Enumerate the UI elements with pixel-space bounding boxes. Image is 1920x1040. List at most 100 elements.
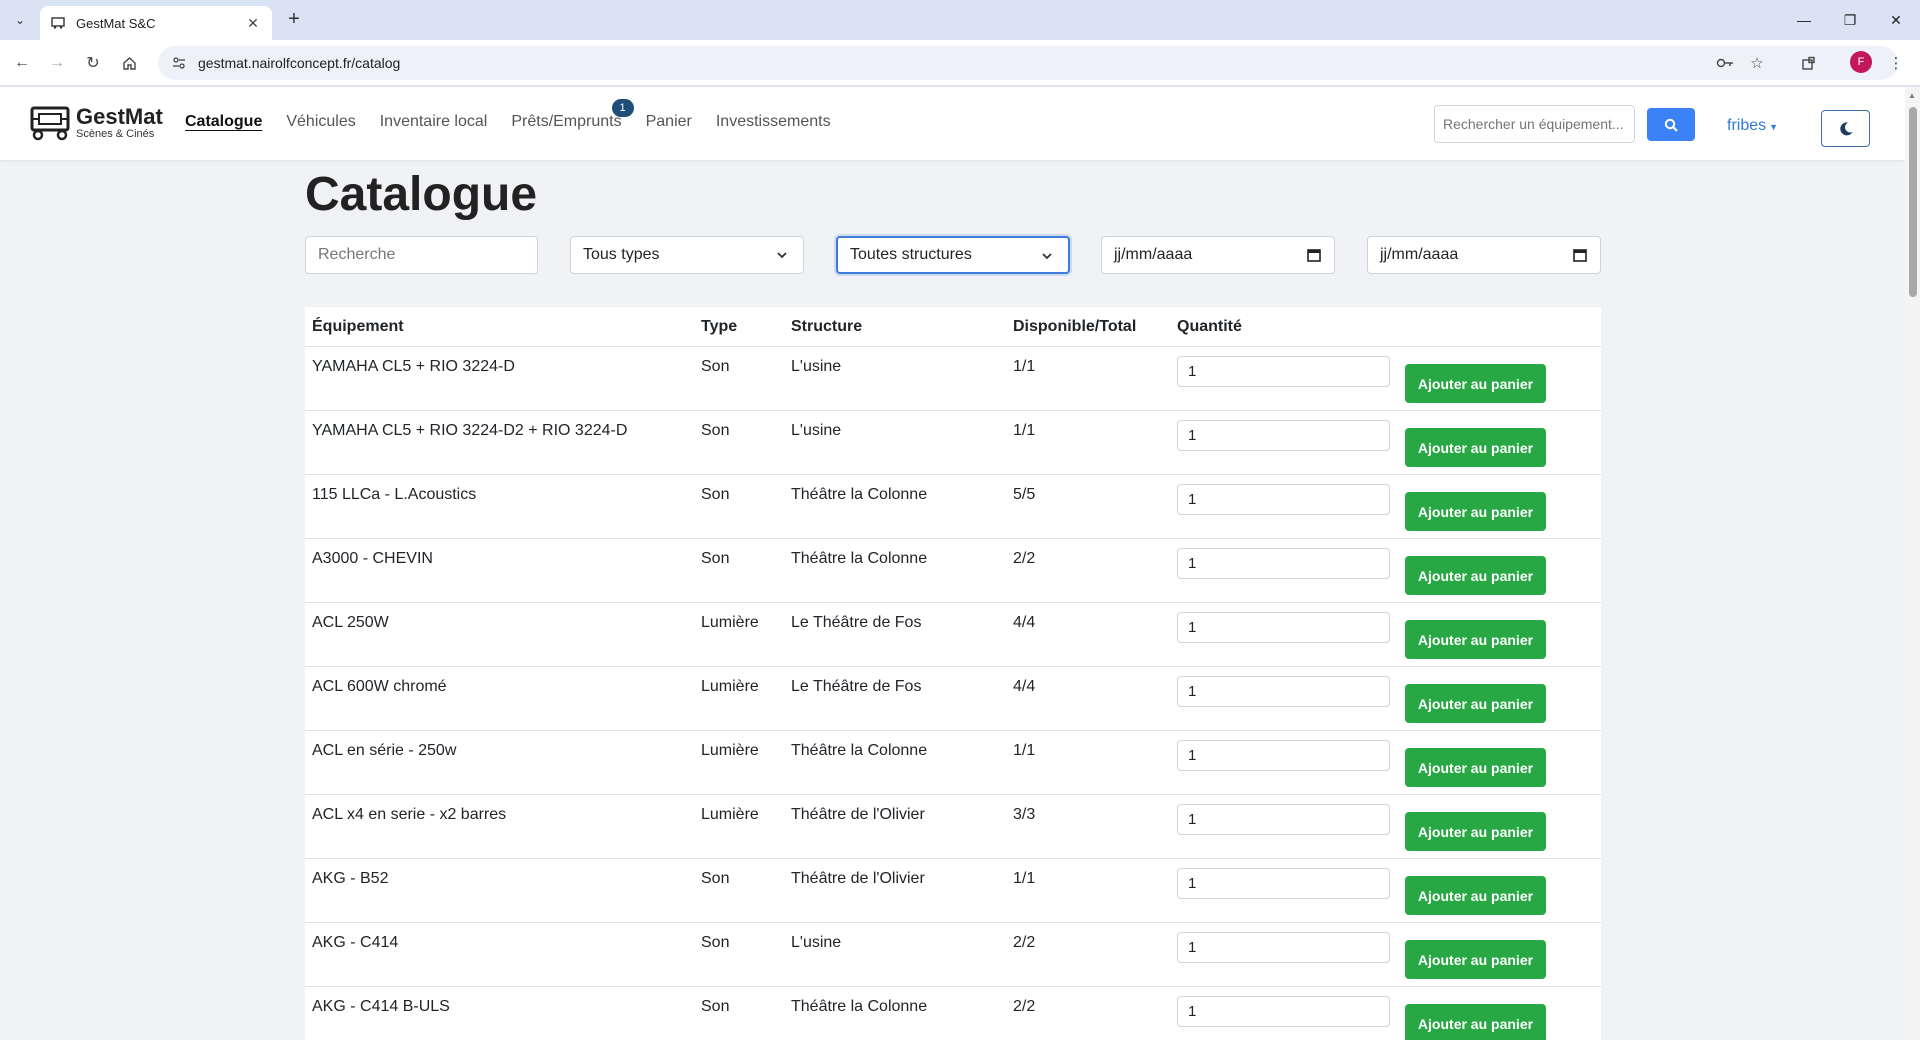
profile-avatar[interactable]: F [1850, 51, 1872, 73]
add-to-cart-button[interactable]: Ajouter au panier [1405, 876, 1546, 915]
end-date-value: jj/mm/aaaa [1380, 246, 1459, 263]
add-to-cart-button[interactable]: Ajouter au panier [1405, 1004, 1546, 1040]
equipment-type: Son [701, 422, 730, 439]
quantity-input[interactable]: 1 [1177, 612, 1390, 643]
home-icon[interactable] [117, 51, 141, 75]
table-row: ACL en série - 250w Lumière Théâtre la Col… [305, 731, 1601, 795]
site-info-icon[interactable] [172, 56, 186, 70]
quantity-input[interactable]: 1 [1177, 420, 1390, 451]
add-to-cart-button[interactable]: Ajouter au panier [1405, 940, 1546, 979]
nav-prets-label: Prêts/Emprunts [511, 113, 622, 130]
nav-investissements[interactable]: Investissements [716, 113, 831, 131]
add-to-cart-button[interactable]: Ajouter au panier [1405, 748, 1546, 787]
quantity-input[interactable]: 1 [1177, 996, 1390, 1027]
quantity-input[interactable]: 1 [1177, 868, 1390, 899]
tab-search-chevron-icon[interactable]: ⌄ [8, 8, 32, 32]
add-to-cart-button[interactable]: Ajouter au panier [1405, 684, 1546, 723]
page-title: Catalogue [305, 168, 538, 221]
nav-panier[interactable]: Panier [646, 113, 692, 131]
table-row: AKG - C414 B-ULS Son Théâtre la Colonne 2/2… [305, 987, 1601, 1040]
equipment-structure: L'usine [791, 422, 842, 439]
close-window-icon[interactable]: ✕ [1873, 0, 1919, 40]
url-text: gestmat.nairolfconcept.fr/catalog [198, 55, 401, 71]
equipment-name: ACL 600W chromé [312, 678, 447, 695]
forward-icon[interactable]: → [45, 51, 69, 75]
equipment-structure: Théâtre de l'Olivier [791, 806, 925, 823]
scroll-up-icon[interactable]: ▲ [1908, 91, 1916, 100]
restore-icon[interactable]: ❐ [1827, 0, 1873, 40]
tab-close-icon[interactable]: ✕ [244, 15, 262, 32]
catalog-table: Équipement Type Structure Disponible/Tot… [305, 307, 1601, 1040]
equipment-name: 115 LLCa - L.Acoustics [312, 486, 477, 503]
search-button[interactable] [1647, 108, 1695, 141]
type-select-value: Tous types [583, 246, 660, 263]
equipment-availability: 4/4 [1013, 678, 1036, 695]
main-nav: Catalogue Véhicules Inventaire local Prê… [185, 99, 831, 131]
nav-catalogue[interactable]: Catalogue [185, 113, 262, 131]
nav-vehicules[interactable]: Véhicules [286, 113, 355, 131]
equipment-availability: 5/5 [1013, 486, 1036, 503]
equipment-structure: Théâtre la Colonne [791, 486, 928, 503]
calendar-icon[interactable] [1572, 247, 1588, 263]
start-date-input[interactable]: jj/mm/aaaa [1101, 236, 1335, 274]
end-date-input[interactable]: jj/mm/aaaa [1367, 236, 1601, 274]
address-bar[interactable]: gestmat.nairolfconcept.fr/catalog [158, 46, 1898, 80]
quantity-input[interactable]: 1 [1177, 804, 1390, 835]
quantity-input[interactable]: 1 [1177, 740, 1390, 771]
equipment-structure: Le Théâtre de Fos [791, 614, 922, 631]
add-to-cart-button[interactable]: Ajouter au panier [1405, 364, 1546, 403]
structure-select-value: Toutes structures [850, 246, 972, 263]
equipment-availability: 3/3 [1013, 806, 1036, 823]
add-to-cart-button[interactable]: Ajouter au panier [1405, 492, 1546, 531]
theme-toggle-button[interactable] [1821, 110, 1870, 147]
extensions-icon[interactable] [1796, 51, 1820, 75]
caret-down-icon: ▼ [1769, 122, 1779, 132]
quantity-input[interactable]: 1 [1177, 932, 1390, 963]
add-to-cart-button[interactable]: Ajouter au panier [1405, 556, 1546, 595]
filters-bar: Recherche Tous types Toutes structures j… [305, 236, 1601, 275]
equipment-availability: 4/4 [1013, 614, 1036, 631]
loans-count-badge: 1 [611, 99, 634, 117]
equipment-structure: Théâtre la Colonne [791, 550, 928, 567]
add-to-cart-button[interactable]: Ajouter au panier [1405, 620, 1546, 659]
user-menu[interactable]: fribes ▼ [1727, 117, 1778, 135]
equipment-name: YAMAHA CL5 + RIO 3224-D [312, 358, 515, 375]
reload-icon[interactable]: ↻ [81, 51, 105, 75]
equipment-availability: 2/2 [1013, 998, 1036, 1015]
catalog-search-input[interactable]: Recherche [305, 236, 538, 274]
start-date-value: jj/mm/aaaa [1114, 246, 1193, 263]
nav-prets-emprunts[interactable]: Prêts/Emprunts 1 [511, 99, 634, 131]
equipment-name: AKG - C414 B-ULS [312, 998, 450, 1015]
minimize-icon[interactable]: — [1781, 0, 1827, 40]
app-navbar: GestMat Scènes & Cinés Catalogue Véhicul… [0, 87, 1905, 160]
bookmark-star-icon[interactable]: ☆ [1745, 51, 1769, 75]
quantity-input[interactable]: 1 [1177, 484, 1390, 515]
search-icon [1664, 118, 1678, 132]
page-scrollbar[interactable]: ▲ [1905, 87, 1920, 1040]
browser-menu-icon[interactable]: ⋮ [1884, 51, 1908, 75]
equipment-type: Lumière [701, 678, 759, 695]
equipment-availability: 2/2 [1013, 550, 1036, 567]
equipment-search-input[interactable] [1434, 105, 1635, 143]
back-icon[interactable]: ← [10, 51, 34, 75]
add-to-cart-button[interactable]: Ajouter au panier [1405, 812, 1546, 851]
equipment-name: AKG - B52 [312, 870, 389, 887]
equipment-structure: L'usine [791, 934, 842, 951]
scrollbar-thumb[interactable] [1909, 107, 1917, 297]
new-tab-icon[interactable]: + [282, 8, 306, 32]
calendar-icon[interactable] [1306, 247, 1322, 263]
nav-inventaire-local[interactable]: Inventaire local [380, 113, 488, 131]
truck-logo-icon [30, 106, 70, 141]
add-to-cart-button[interactable]: Ajouter au panier [1405, 428, 1546, 467]
quantity-input[interactable]: 1 [1177, 676, 1390, 707]
browser-tab[interactable]: GestMat S&C ✕ [40, 6, 272, 40]
equipment-name: AKG - C414 [312, 934, 399, 951]
brand-name: GestMat [76, 104, 163, 129]
type-select[interactable]: Tous types [570, 236, 804, 274]
quantity-input[interactable]: 1 [1177, 356, 1390, 387]
quantity-input[interactable]: 1 [1177, 548, 1390, 579]
browser-toolbar: ← → ↻ gestmat.nairolfconcept.fr/catalog … [0, 40, 1920, 86]
brand-logo[interactable]: GestMat Scènes & Cinés [30, 105, 163, 141]
password-key-icon[interactable] [1713, 51, 1737, 75]
structure-select[interactable]: Toutes structures [836, 236, 1070, 274]
